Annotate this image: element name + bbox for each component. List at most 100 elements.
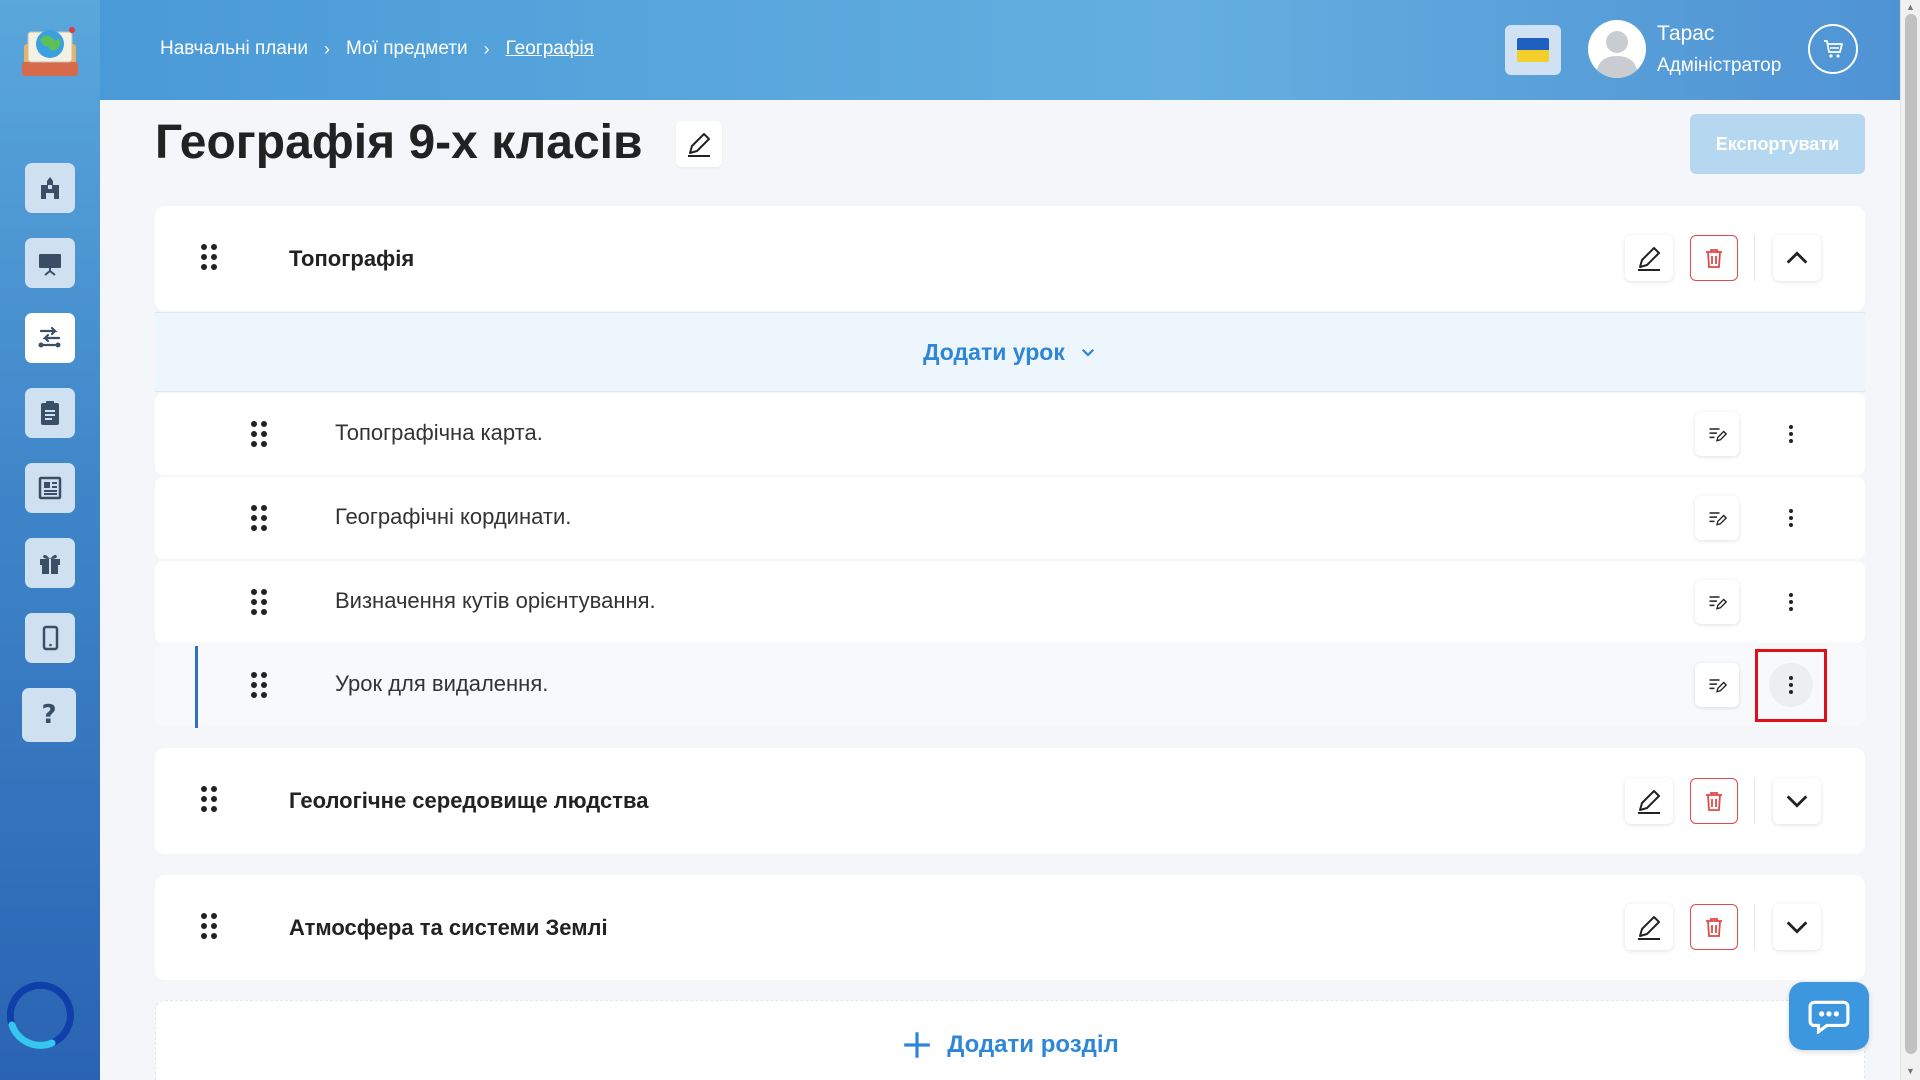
- page-title: Географія 9-х класів: [155, 116, 643, 169]
- presentation-icon: [39, 254, 61, 276]
- breadcrumb-separator: ›: [483, 38, 490, 59]
- scroll-down-icon[interactable]: ▼: [1906, 1066, 1915, 1076]
- chat-button[interactable]: [1789, 982, 1869, 1050]
- lesson-title: Топографічна карта.: [335, 420, 543, 445]
- collapse-section-button[interactable]: [1773, 235, 1821, 281]
- add-section-label: Додати розділ: [947, 1031, 1119, 1058]
- delete-section-button[interactable]: [1690, 904, 1738, 950]
- sidebar-item-curriculum[interactable]: [25, 313, 75, 363]
- section-card: Топографія: [155, 206, 1865, 311]
- scroll-up-icon[interactable]: ▲: [1906, 2, 1915, 12]
- edit-lines-icon: [1709, 428, 1727, 442]
- export-button[interactable]: Експортувати: [1690, 114, 1865, 174]
- expand-section-button[interactable]: [1773, 778, 1821, 824]
- app-logo[interactable]: [18, 22, 82, 80]
- edit-lesson-button[interactable]: [1695, 412, 1739, 456]
- trash-icon: [1706, 792, 1722, 811]
- add-section-button[interactable]: Додати розділ: [155, 1000, 1865, 1080]
- route-icon: [38, 326, 61, 348]
- selection-indicator: [195, 646, 198, 728]
- pencil-icon: [688, 133, 710, 157]
- avatar[interactable]: [1588, 20, 1646, 78]
- highlight-box: [1755, 649, 1827, 722]
- plus-icon: [904, 1032, 931, 1058]
- edit-section-button[interactable]: [1625, 778, 1673, 824]
- lesson-row[interactable]: Топографічна карта.: [155, 393, 1865, 475]
- drag-handle-icon[interactable]: [251, 505, 271, 535]
- drag-handle-icon[interactable]: [251, 589, 271, 619]
- delete-section-button[interactable]: [1690, 778, 1738, 824]
- sidebar-item-help[interactable]: ?: [22, 688, 76, 742]
- drag-handle-icon[interactable]: [201, 244, 221, 274]
- scrollbar-thumb[interactable]: [1905, 14, 1917, 1054]
- edit-lesson-button[interactable]: [1695, 663, 1739, 707]
- breadcrumb-separator: ›: [324, 38, 331, 59]
- chevron-up-icon: [1786, 251, 1808, 264]
- delete-section-button[interactable]: [1690, 235, 1738, 281]
- pencil-icon: [1638, 247, 1660, 271]
- lesson-title: Географічні кординати.: [335, 504, 572, 529]
- sidebar-item-presentations[interactable]: [25, 238, 75, 288]
- sidebar-item-gifts[interactable]: [25, 538, 75, 588]
- user-role: Адміністратор: [1657, 55, 1782, 76]
- language-button[interactable]: [1505, 25, 1561, 75]
- edit-section-button[interactable]: [1625, 235, 1673, 281]
- mobile-icon: [42, 625, 59, 651]
- trash-icon: [1706, 249, 1722, 268]
- edit-lesson-button[interactable]: [1695, 496, 1739, 540]
- breadcrumb-item-my-subjects[interactable]: Мої предмети: [346, 38, 468, 60]
- clipboard-icon: [41, 401, 59, 425]
- top-bar: Навчальні плани › Мої предмети › Географ…: [100, 0, 1900, 100]
- ukraine-flag-icon: [1517, 38, 1549, 62]
- breadcrumb-item-curricula[interactable]: Навчальні плани: [160, 38, 308, 60]
- chevron-down-icon: [1786, 795, 1808, 808]
- trash-icon: [1706, 918, 1722, 937]
- more-options-button[interactable]: [1769, 496, 1813, 540]
- cart-button[interactable]: [1808, 24, 1858, 74]
- add-lesson-button[interactable]: Додати урок: [155, 312, 1865, 392]
- section-title: Геологічне середовище людства: [289, 788, 649, 813]
- document-icon: [38, 476, 62, 500]
- edit-lines-icon: [1709, 596, 1727, 610]
- sidebar-item-documents[interactable]: [25, 463, 75, 513]
- section-card: Атмосфера та системи Землі: [155, 875, 1865, 980]
- section-card: Геологічне середовище людства: [155, 748, 1865, 854]
- add-lesson-label: Додати урок: [923, 338, 1065, 365]
- lesson-row-selected[interactable]: Урок для видалення.: [155, 644, 1865, 728]
- sidebar-item-tasks[interactable]: [25, 388, 75, 438]
- expand-section-button[interactable]: [1773, 904, 1821, 950]
- drag-handle-icon[interactable]: [201, 913, 221, 943]
- sidebar-item-school[interactable]: [25, 163, 75, 213]
- scrollbar[interactable]: ▲ ▼: [1900, 0, 1920, 1080]
- lesson-title: Урок для видалення.: [335, 671, 549, 696]
- chevron-down-icon: [1081, 348, 1094, 357]
- more-options-button[interactable]: [1769, 412, 1813, 456]
- chat-icon: [1808, 1000, 1850, 1034]
- more-options-button[interactable]: [1769, 580, 1813, 624]
- breadcrumb: Навчальні плани › Мої предмети › Географ…: [160, 38, 594, 60]
- sidebar-item-mobile[interactable]: [25, 613, 75, 663]
- pencil-icon: [1638, 790, 1660, 814]
- help-icon: ?: [41, 700, 57, 730]
- user-name: Тарас: [1657, 22, 1715, 45]
- edit-title-button[interactable]: [676, 121, 722, 167]
- user-icon: [1596, 31, 1638, 78]
- chevron-down-icon: [1786, 921, 1808, 934]
- edit-lesson-button[interactable]: [1695, 580, 1739, 624]
- divider: [1754, 235, 1755, 281]
- edit-lines-icon: [1709, 679, 1727, 693]
- edit-section-button[interactable]: [1625, 904, 1673, 950]
- section-title: Топографія: [289, 246, 415, 271]
- drag-handle-icon[interactable]: [251, 672, 271, 702]
- lesson-row[interactable]: Географічні кординати.: [155, 477, 1865, 559]
- divider: [1754, 778, 1755, 824]
- edit-lines-icon: [1709, 512, 1727, 526]
- drag-handle-icon[interactable]: [201, 786, 221, 816]
- section-title: Атмосфера та системи Землі: [289, 915, 608, 940]
- drag-handle-icon[interactable]: [251, 421, 271, 451]
- pencil-icon: [1638, 916, 1660, 940]
- breadcrumb-item-current[interactable]: Географія: [506, 38, 594, 60]
- gift-icon: [40, 554, 60, 574]
- sidebar: ?: [0, 0, 100, 1080]
- lesson-row[interactable]: Визначення кутів орієнтування.: [155, 561, 1865, 643]
